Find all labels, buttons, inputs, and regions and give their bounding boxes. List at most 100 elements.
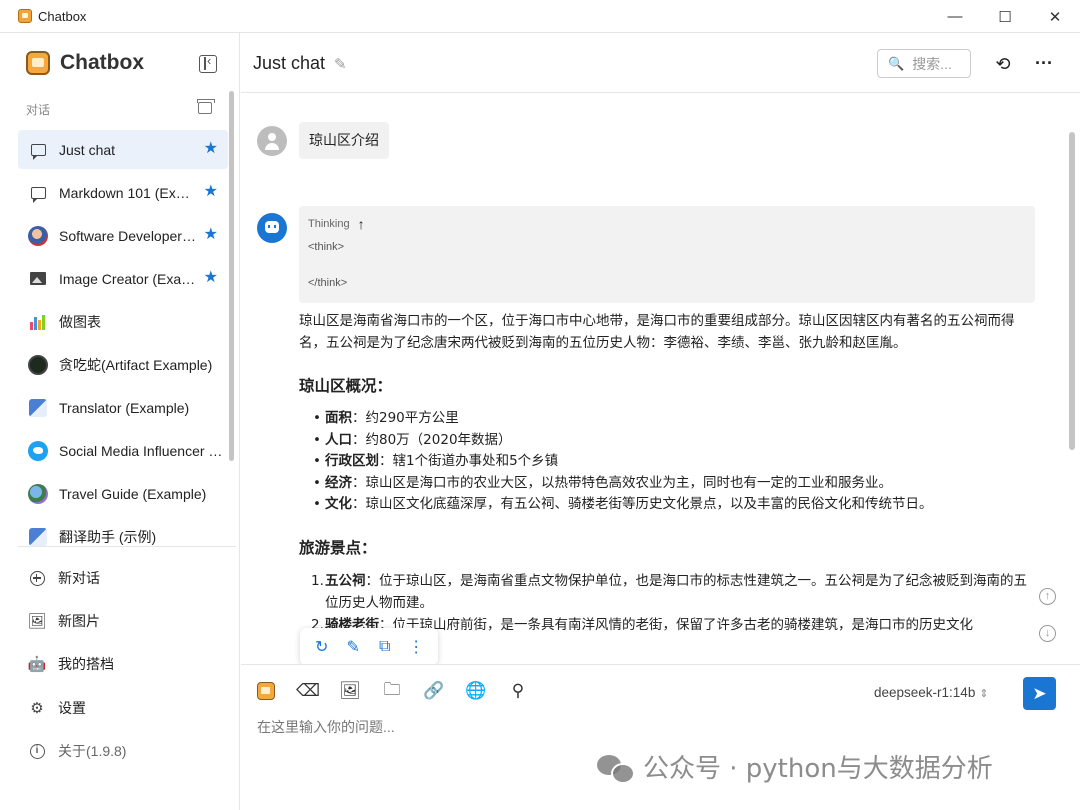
translate-avatar <box>29 398 47 417</box>
new-image-label: 新图片 <box>58 613 100 629</box>
think-close-tag: </think> <box>308 277 348 289</box>
list-item: 文化：琼山区文化底蕴深厚，有五公祠、骑楼老街等历史文化景点，以及丰富的民俗文化和… <box>313 494 1039 516</box>
star-icon[interactable]: ★ <box>204 226 218 244</box>
conversation-item-translator[interactable]: Translator (Example) <box>18 388 228 427</box>
snake-avatar <box>28 354 48 375</box>
conversation-item-markdown[interactable]: Markdown 101 (Example) ★ <box>18 173 228 212</box>
settings-button[interactable]: ⚙ 设置 <box>28 697 86 719</box>
conversation-label: Social Media Influencer (Example) <box>59 442 225 459</box>
search-input[interactable]: 🔍 搜索... <box>877 49 971 78</box>
collapse-sidebar-icon[interactable] <box>199 53 217 73</box>
sights-heading: 旅游景点： <box>299 538 377 557</box>
star-icon[interactable]: ★ <box>204 140 218 158</box>
window-controls: — ☐ ✕ <box>930 0 1080 33</box>
conversation-label: 贪吃蛇(Artifact Example) <box>59 356 213 373</box>
conversation-item-make-chart[interactable]: 做图表 <box>18 302 228 341</box>
folder-icon[interactable]: 🗀 <box>381 680 403 702</box>
chat-header: Just chat ✎ 🔍 搜索... ⟲ ··· <box>241 33 1080 93</box>
scroll-down-icon[interactable]: ↓ <box>1039 625 1056 642</box>
twitter-avatar <box>28 440 48 461</box>
chatbox-logo-icon <box>26 51 50 75</box>
minimize-button[interactable]: — <box>930 0 980 33</box>
conversation-label: Travel Guide (Example) <box>59 485 207 502</box>
more-options-icon[interactable]: ··· <box>1035 53 1053 74</box>
watermark-text: 公众号 · python与大数据分析 <box>643 754 993 784</box>
composer: ⌫ 🖼 🗀 🔗 🌐 ⚲ deepseek-r1:14b ⇕ ➤ <box>241 664 1080 810</box>
conversation-item-travel-guide[interactable]: Travel Guide (Example) <box>18 474 228 513</box>
model-select[interactable]: deepseek-r1:14b ⇕ <box>874 685 989 700</box>
info-icon: i <box>29 743 45 759</box>
conversation-item-snake[interactable]: 贪吃蛇(Artifact Example) <box>18 345 228 384</box>
image-attach-icon[interactable]: 🖼 <box>339 680 361 702</box>
about-button[interactable]: i 关于(1.9.8) <box>28 740 126 762</box>
brand-name: Chatbox <box>60 51 144 74</box>
edit-icon[interactable]: ✎ <box>342 637 364 657</box>
conversation-item-image-creator[interactable]: Image Creator (Example) ★ <box>18 259 228 298</box>
chat-bubble-icon <box>30 143 46 160</box>
about-label: 关于(1.9.8) <box>58 743 127 759</box>
sidebar-scrollbar[interactable] <box>229 91 234 461</box>
gear-icon: ⚙ <box>30 700 44 717</box>
conversation-label: 做图表 <box>59 313 101 330</box>
list-item: 经济：琼山区是海口市的农业大区，以热带特色高效农业为主，同时也有一定的工业和服务… <box>313 473 1039 495</box>
search-icon: 🔍 <box>888 55 905 71</box>
thinking-toggle[interactable]: Thinking ↑ <box>308 216 1026 232</box>
edit-title-icon[interactable]: ✎ <box>334 55 347 73</box>
partner-select-icon[interactable] <box>255 680 277 702</box>
conversation-item-software-developer[interactable]: Software Developer (Example) ★ <box>18 216 228 255</box>
scroll-up-icon[interactable]: ↑ <box>1039 588 1056 605</box>
my-partners-label: 我的搭档 <box>58 656 114 672</box>
watermark: 公众号 · python与大数据分析 <box>597 748 993 785</box>
my-partners-button[interactable]: 🤖 我的搭档 <box>28 653 114 675</box>
conversations-section-label: 对话 <box>26 103 51 117</box>
new-chat-button[interactable]: 新对话 <box>28 567 100 589</box>
window-titlebar: Chatbox — ☐ ✕ <box>0 0 1080 33</box>
message-scrollbar[interactable] <box>1069 132 1075 450</box>
add-photo-icon: 🖼 <box>27 613 47 630</box>
model-name: deepseek-r1:14b <box>874 685 976 700</box>
thinking-label: Thinking <box>308 218 350 230</box>
new-chat-label: 新对话 <box>58 570 100 586</box>
conversation-label: 翻译助手 (示例) <box>59 528 157 545</box>
chat-bubble-icon <box>30 186 46 203</box>
regenerate-icon[interactable]: ↻ <box>311 637 333 657</box>
conversation-label: Image Creator (Example) <box>59 270 197 287</box>
conversation-item-social-media[interactable]: Social Media Influencer (Example) <box>18 431 228 470</box>
list-item: 行政区划：辖1个街道办事处和5个乡镇 <box>313 451 1039 473</box>
send-button[interactable]: ➤ <box>1023 677 1056 710</box>
thinking-panel: Thinking ↑ <think> </think> <box>299 206 1035 303</box>
composer-toolbar: ⌫ 🖼 🗀 🔗 🌐 ⚲ <box>255 680 549 702</box>
conversation-item-translation-assistant[interactable]: 翻译助手 (示例) <box>18 517 228 556</box>
copy-icon[interactable]: ⧉ <box>374 638 396 656</box>
chart-avatar <box>29 314 47 330</box>
intro-paragraph: 琼山区是海南省海口市的一个区，位于海口市中心地带，是海口市的重要组成部分。琼山区… <box>299 313 1015 351</box>
eraser-icon[interactable]: ⌫ <box>296 680 320 702</box>
image-icon <box>30 272 46 285</box>
new-image-button[interactable]: 🖼 新图片 <box>27 610 100 632</box>
user-avatar <box>257 126 287 156</box>
conversation-label: Just chat <box>59 141 116 158</box>
maximize-button[interactable]: ☐ <box>980 0 1030 33</box>
conversation-label: Software Developer (Example) <box>59 227 197 244</box>
globe-icon[interactable]: 🌐 <box>465 680 487 702</box>
conversation-label: Translator (Example) <box>59 399 190 416</box>
message-action-bar: ↻ ✎ ⧉ ⋮ <box>300 628 438 664</box>
message-input[interactable] <box>257 719 1017 735</box>
settings-label: 设置 <box>58 700 86 716</box>
conversation-item-just-chat[interactable]: Just chat ★ <box>18 130 228 169</box>
link-icon[interactable]: 🔗 <box>423 680 445 702</box>
star-icon[interactable]: ★ <box>204 269 218 287</box>
sights-list: 1. 五公祠：位于琼山区，是海南省重点文物保护单位，也是海口市的标志性建筑之一。五… <box>311 570 1039 636</box>
unfold-icon: ⇕ <box>979 688 989 700</box>
star-icon[interactable]: ★ <box>204 183 218 201</box>
developer-avatar <box>28 225 48 246</box>
more-vertical-icon[interactable]: ⋮ <box>405 637 427 657</box>
travel-avatar <box>28 483 48 504</box>
close-button[interactable]: ✕ <box>1030 0 1080 33</box>
window-title: Chatbox <box>38 8 87 24</box>
archive-icon[interactable] <box>197 99 215 114</box>
tune-icon[interactable]: ⚲ <box>507 680 529 702</box>
brand: Chatbox <box>26 51 144 75</box>
history-icon[interactable]: ⟲ <box>993 54 1013 74</box>
conversation-list: Just chat ★ Markdown 101 (Example) ★ Sof… <box>18 130 228 560</box>
